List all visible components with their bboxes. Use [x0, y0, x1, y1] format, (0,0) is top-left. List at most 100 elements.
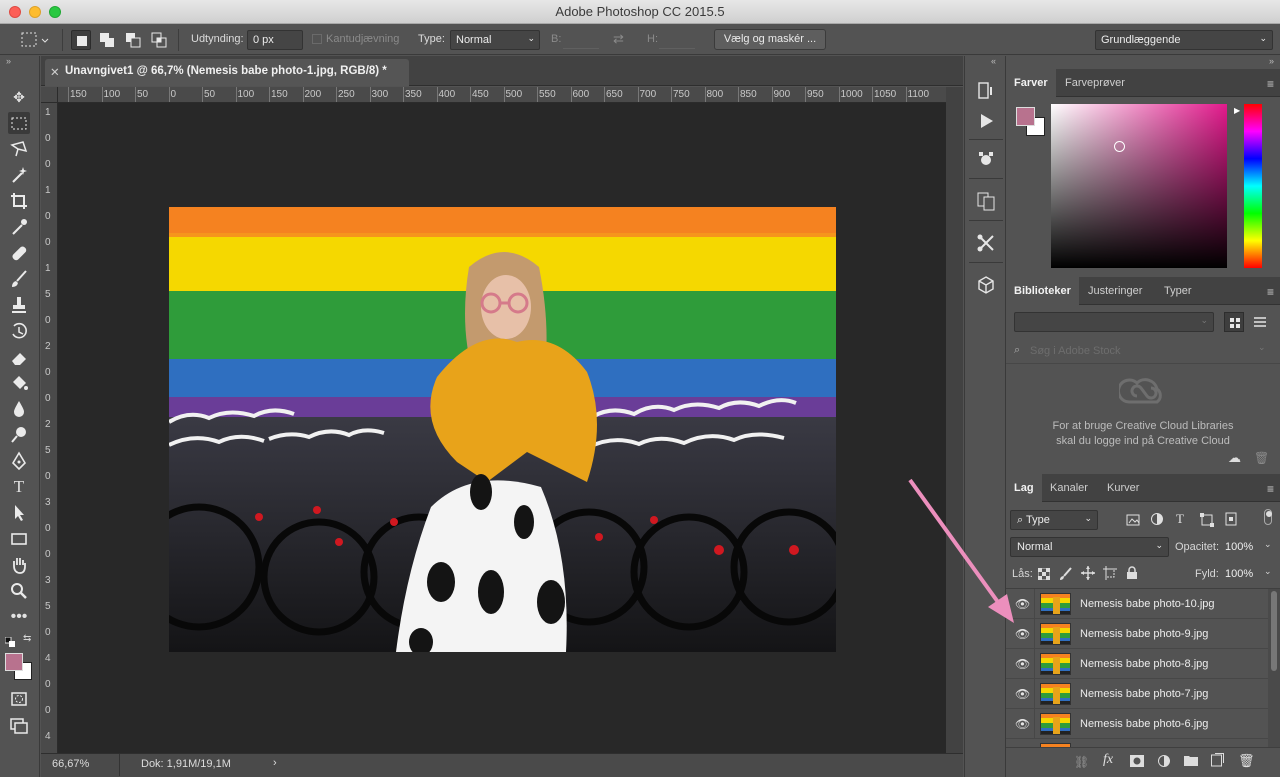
grid-view-icon[interactable]	[1224, 312, 1244, 332]
paint-bucket-tool-icon[interactable]	[8, 372, 30, 394]
layer-row[interactable]: 👁 Nemesis babe photo-10.jpg	[1006, 589, 1268, 619]
layer-row[interactable]: 👁 Nemesis babe photo-6.jpg	[1006, 709, 1268, 739]
document-tab[interactable]: ✕ Unavngivet1 @ 66,7% (Nemesis babe phot…	[45, 59, 409, 86]
new-adjustment-layer-icon[interactable]	[1157, 754, 1171, 771]
move-tool-icon[interactable]: ✥	[8, 86, 30, 108]
zoom-tool-icon[interactable]	[8, 580, 30, 602]
horizontal-ruler[interactable]: 150 100 50 0 50 100 150 200 250 300 350 400 450 500 55…	[58, 87, 946, 103]
visibility-eye-icon[interactable]: 👁	[1015, 627, 1030, 641]
tools-presets-icon[interactable]	[975, 232, 997, 254]
cloud-sync-icon[interactable]: ☁	[1228, 450, 1241, 466]
layer-row[interactable]: 👁 Nemesis babe photo-8.jpg	[1006, 649, 1268, 679]
new-group-icon[interactable]	[1184, 754, 1198, 769]
tab-swatches[interactable]: Farveprøver	[1057, 69, 1133, 97]
lock-image-pixels-icon[interactable]	[1059, 567, 1072, 583]
rectangular-marquee-tool-icon[interactable]	[8, 112, 30, 134]
panel-menu-icon[interactable]: ≡	[1267, 285, 1274, 299]
lasso-tool-icon[interactable]	[8, 138, 30, 160]
filter-shape-layer-icon[interactable]	[1200, 513, 1214, 530]
rectangle-tool-icon[interactable]	[8, 528, 30, 550]
adjustments-3d-icon[interactable]	[975, 148, 997, 170]
tab-adjustments[interactable]: Justeringer	[1080, 277, 1150, 305]
history-panel-icon[interactable]	[975, 80, 997, 102]
fill-value[interactable]: 100%	[1225, 568, 1253, 580]
brush-tool-icon[interactable]	[8, 268, 30, 290]
actions-panel-icon[interactable]	[975, 110, 997, 132]
filter-type-layer-icon[interactable]: T	[1176, 511, 1184, 527]
more-tools-icon[interactable]: •••	[8, 606, 30, 628]
eyedropper-tool-icon[interactable]	[8, 216, 30, 238]
filter-smart-object-icon[interactable]	[1224, 512, 1238, 529]
paragraph-styles-icon[interactable]	[975, 190, 997, 212]
layer-row[interactable]: 👁 Nemesis babe photo-9.jpg	[1006, 619, 1268, 649]
visibility-eye-icon[interactable]: 👁	[1015, 657, 1030, 671]
lock-artboard-icon[interactable]	[1103, 566, 1117, 583]
color-field[interactable]	[1051, 104, 1227, 268]
height-input[interactable]	[659, 32, 695, 49]
healing-brush-tool-icon[interactable]	[8, 242, 30, 264]
chevron-down-icon[interactable]: ⌄	[1264, 566, 1272, 577]
document-info[interactable]: Dok: 1,91M/19,1M	[141, 758, 231, 770]
path-selection-tool-icon[interactable]	[8, 502, 30, 524]
dock-collapse-icon[interactable]: »	[1269, 56, 1274, 66]
new-layer-icon[interactable]	[1211, 753, 1224, 770]
delete-icon[interactable]: 🗑	[1254, 451, 1269, 465]
lock-position-icon[interactable]	[1081, 566, 1095, 583]
screen-mode-icon[interactable]	[8, 714, 30, 736]
panel-menu-icon[interactable]: ≡	[1267, 77, 1274, 91]
type-tool-icon[interactable]: T	[8, 476, 30, 498]
dodge-tool-icon[interactable]	[8, 424, 30, 446]
link-layers-icon[interactable]: ⛓	[1074, 755, 1089, 769]
layer-filter-select[interactable]: ⌕ Type ⌄	[1010, 510, 1098, 530]
expand-panels-icon[interactable]: «	[991, 56, 996, 66]
close-tab-icon[interactable]: ✕	[50, 65, 60, 79]
visibility-eye-icon[interactable]: 👁	[1015, 717, 1030, 731]
tab-libraries[interactable]: Biblioteker	[1006, 277, 1079, 305]
eraser-tool-icon[interactable]	[8, 346, 30, 368]
layers-scrollbar-thumb[interactable]	[1271, 591, 1277, 671]
chevron-down-icon[interactable]: ⌄	[1264, 539, 1272, 550]
clone-stamp-tool-icon[interactable]	[8, 294, 30, 316]
layer-row-partial[interactable]	[1006, 739, 1268, 747]
style-select[interactable]: Normal ⌄	[450, 30, 540, 50]
pen-tool-icon[interactable]	[8, 450, 30, 472]
status-menu-arrow-icon[interactable]: ›	[273, 757, 277, 769]
opacity-value[interactable]: 100%	[1225, 541, 1253, 553]
tab-layers[interactable]: Lag	[1006, 474, 1042, 502]
3d-panel-icon[interactable]	[975, 274, 997, 296]
tab-types[interactable]: Typer	[1156, 277, 1200, 305]
panel-menu-icon[interactable]: ≡	[1267, 482, 1274, 496]
stock-search-input[interactable]: Søg i Adobe Stock	[1030, 345, 1121, 357]
visibility-eye-icon[interactable]: 👁	[1015, 687, 1030, 701]
delete-layer-icon[interactable]: 🗑	[1238, 753, 1255, 769]
filter-adjustment-layer-icon[interactable]	[1150, 512, 1164, 529]
zoom-level[interactable]: 66,67%	[52, 758, 89, 770]
add-to-selection-icon[interactable]	[97, 30, 117, 50]
tab-channels[interactable]: Kanaler	[1042, 474, 1096, 502]
new-selection-icon[interactable]	[71, 30, 91, 50]
subtract-from-selection-icon[interactable]	[123, 30, 143, 50]
workspace-select[interactable]: Grundlæggende ⌄	[1095, 30, 1273, 50]
layer-row[interactable]: 👁 Nemesis babe photo-7.jpg	[1006, 679, 1268, 709]
list-view-icon[interactable]	[1250, 312, 1270, 332]
canvas-vertical-scrollbar[interactable]	[946, 87, 963, 753]
lock-transparent-pixels-icon[interactable]	[1037, 567, 1051, 583]
ruler-origin[interactable]	[41, 87, 58, 103]
blur-tool-icon[interactable]	[8, 398, 30, 420]
hue-slider-marker-icon[interactable]: ▶	[1234, 106, 1240, 115]
antialias-checkbox[interactable]	[312, 34, 322, 44]
crop-tool-icon[interactable]	[8, 190, 30, 212]
layer-filter-toggle[interactable]	[1264, 509, 1272, 525]
hand-tool-icon[interactable]	[8, 554, 30, 576]
library-select[interactable]: ⌄	[1014, 312, 1214, 332]
blend-mode-select[interactable]: Normal ⌄	[1010, 537, 1169, 557]
foreground-color-swatch[interactable]	[1016, 107, 1035, 126]
lock-all-icon[interactable]	[1126, 566, 1138, 583]
add-mask-icon[interactable]	[1130, 755, 1144, 770]
color-picker-cursor-icon[interactable]	[1114, 141, 1125, 152]
quick-mask-icon[interactable]	[8, 688, 30, 710]
fx-icon[interactable]: fx	[1103, 752, 1113, 768]
width-input[interactable]	[563, 32, 599, 49]
document-image[interactable]	[169, 207, 836, 652]
history-brush-tool-icon[interactable]	[8, 320, 30, 342]
